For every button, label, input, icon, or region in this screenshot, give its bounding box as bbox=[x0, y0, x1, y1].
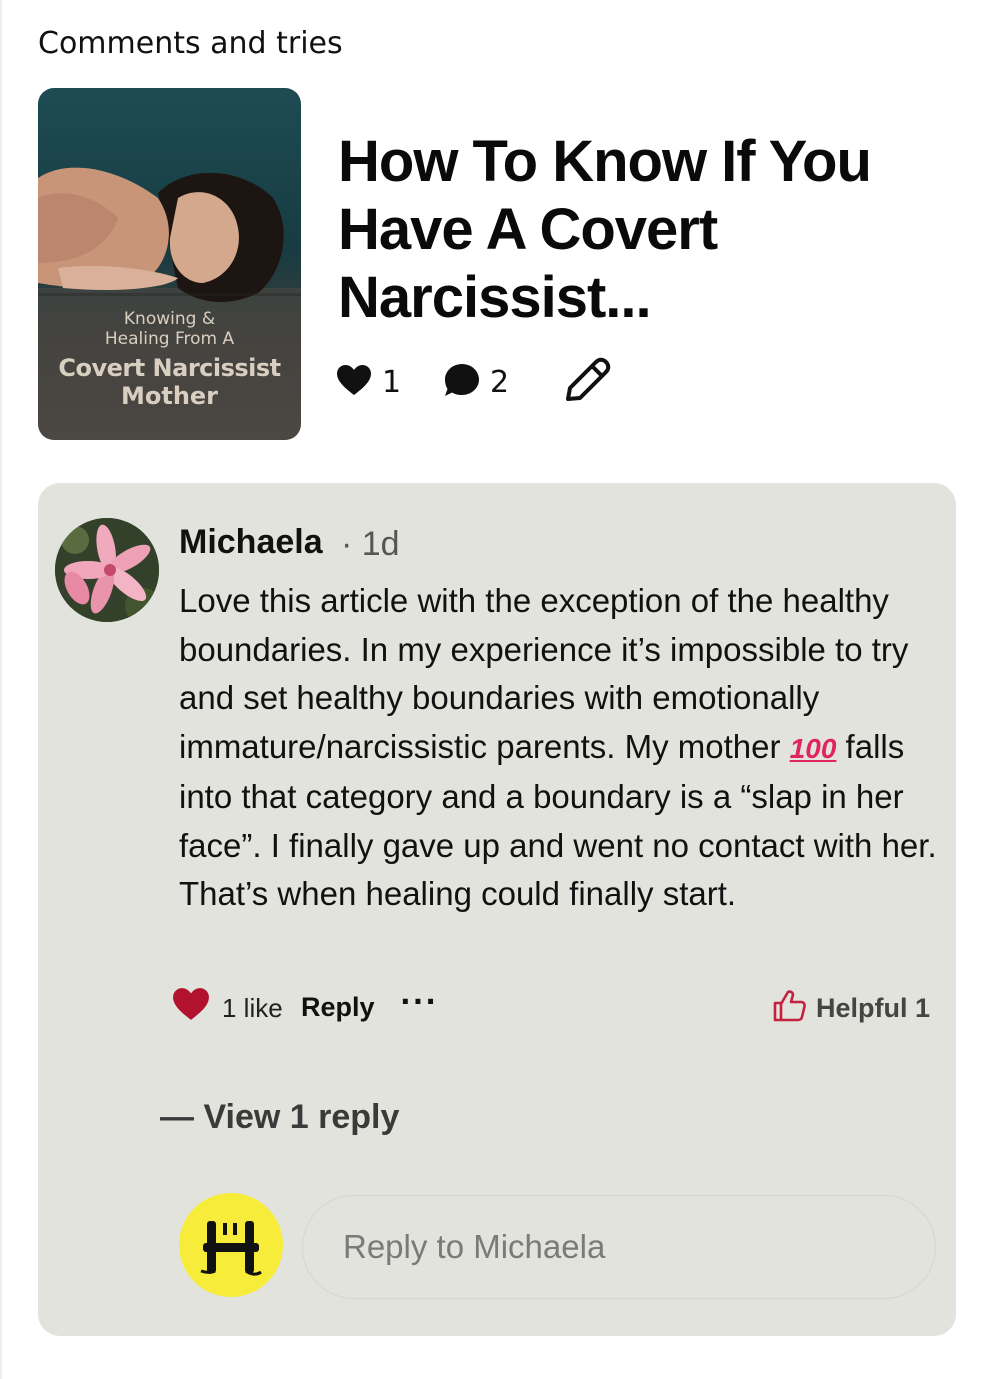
view-replies-button[interactable]: — View 1 reply bbox=[160, 1098, 399, 1137]
thumbnail-text-line2: Healing From A bbox=[104, 329, 235, 349]
comment-actions: 1 like Reply ··· Helpful 1 bbox=[172, 983, 932, 1033]
like-heart-icon[interactable] bbox=[172, 987, 210, 1025]
comment-text: Love this article with the exception of … bbox=[179, 577, 939, 919]
more-options-button[interactable]: ··· bbox=[400, 985, 438, 1018]
likes-count: 1 bbox=[382, 364, 402, 400]
page-left-border bbox=[0, 0, 2, 1379]
reply-button[interactable]: Reply bbox=[301, 992, 375, 1023]
pin-thumbnail[interactable]: Knowing & Healing From A Covert Narcissi… bbox=[38, 88, 301, 440]
current-user-avatar[interactable] bbox=[179, 1193, 283, 1297]
helpful-label: Helpful 1 bbox=[816, 992, 931, 1023]
commenter-avatar[interactable] bbox=[55, 518, 159, 622]
hundred-points-emoji: 100 bbox=[789, 732, 837, 764]
section-title: Comments and tries bbox=[38, 26, 343, 61]
lily-flower-image bbox=[55, 518, 159, 622]
pencil-icon bbox=[562, 355, 612, 409]
thumbs-up-icon bbox=[772, 989, 806, 1027]
thumbnail-text-line3: Covert Narcissist bbox=[58, 354, 281, 382]
likes-stat[interactable]: 1 bbox=[336, 352, 401, 412]
comment-bubble-icon bbox=[444, 363, 480, 401]
user-monogram-icon bbox=[200, 1221, 262, 1276]
like-count[interactable]: 1 like bbox=[222, 993, 283, 1024]
comments-stat[interactable]: 2 bbox=[444, 352, 509, 412]
comment-author[interactable]: Michaela bbox=[179, 523, 323, 562]
comment-timestamp: · 1d bbox=[341, 525, 400, 563]
helpful-button[interactable]: Helpful 1 bbox=[772, 983, 930, 1033]
thumbnail-text-line1: Knowing & bbox=[123, 309, 216, 329]
comments-count: 2 bbox=[490, 364, 510, 400]
thumbnail-text-line4: Mother bbox=[120, 382, 219, 410]
comment-card: Michaela · 1d Love this article with the… bbox=[38, 483, 956, 1336]
heart-icon bbox=[336, 364, 372, 400]
reply-input[interactable] bbox=[302, 1195, 936, 1299]
edit-button[interactable] bbox=[562, 352, 612, 412]
pin-title[interactable]: How To Know If You Have A Covert Narciss… bbox=[338, 128, 938, 332]
